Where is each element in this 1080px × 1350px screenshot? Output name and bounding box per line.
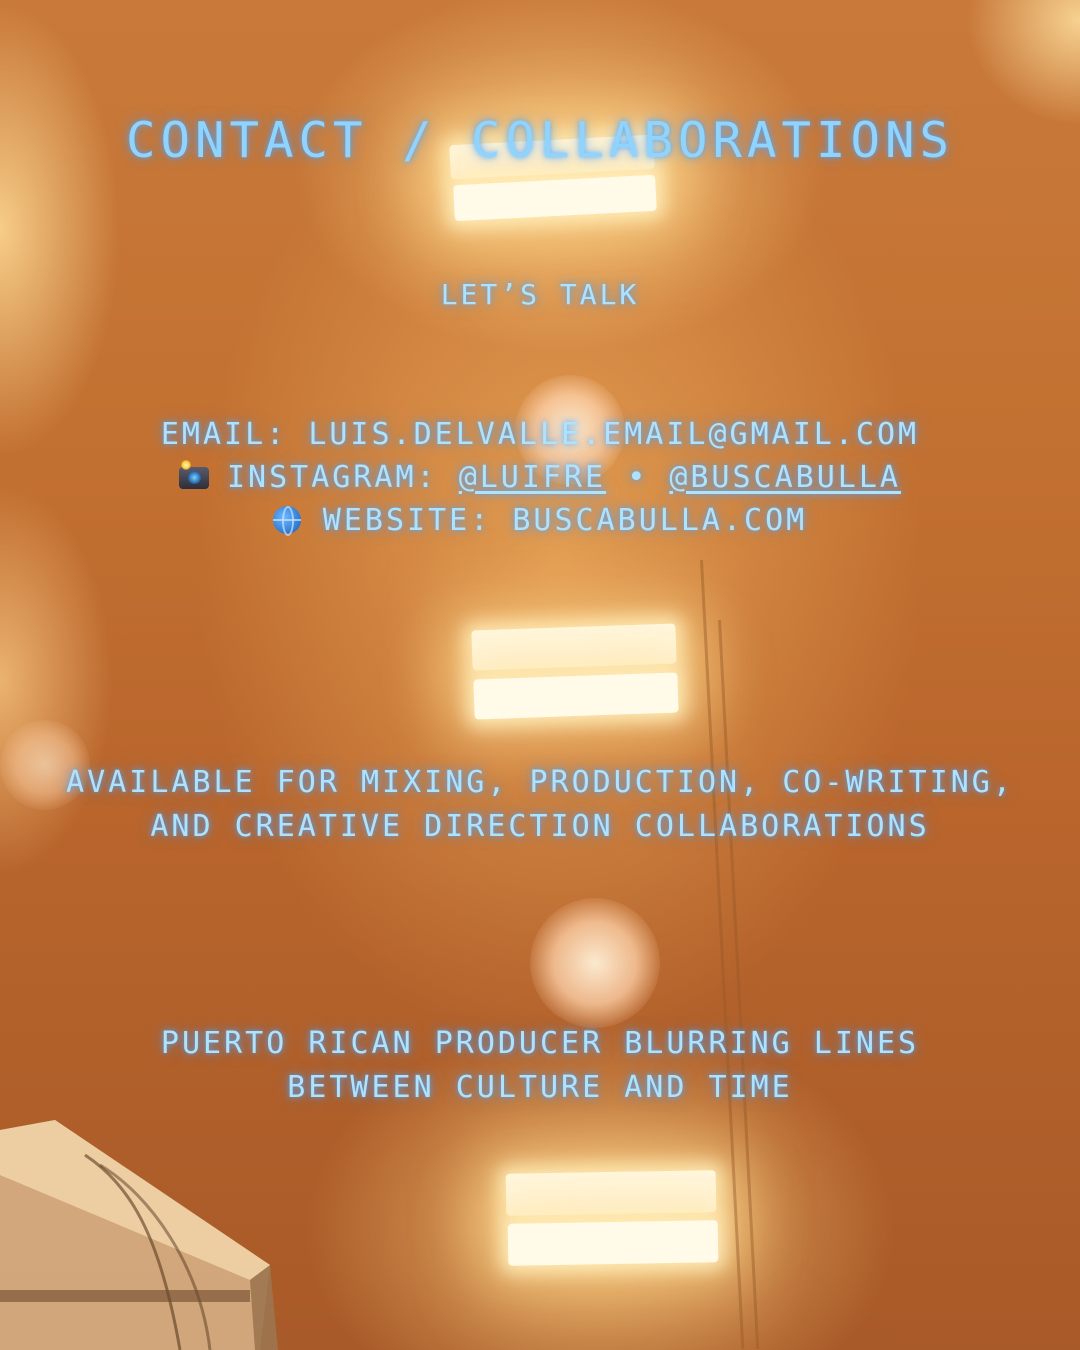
email-line: EMAIL: LUIS.DELVALLE.EMAIL@GMAIL.COM bbox=[0, 417, 1080, 452]
services-line-1: AVAILABLE FOR MIXING, PRODUCTION, CO-WRI… bbox=[66, 765, 1014, 800]
page-title: CONTACT / COLLABORATIONS bbox=[125, 112, 954, 169]
website-label: WEBSITE: bbox=[322, 503, 492, 538]
globe-icon bbox=[272, 506, 301, 536]
instagram-line: INSTAGRAM: @LUIFRE • @BUSCABULLA bbox=[0, 460, 1080, 495]
instagram-handle-luifre[interactable]: @LUIFRE bbox=[459, 460, 606, 495]
bio-line-1: PUERTO RICAN PRODUCER BLURRING LINES bbox=[160, 1026, 920, 1061]
email-label: EMAIL: bbox=[160, 417, 288, 452]
contact-card: CONTACT / COLLABORATIONS LET’S TALK EMAI… bbox=[0, 0, 1080, 1350]
bio-line-2: BETWEEN CULTURE AND TIME bbox=[287, 1070, 793, 1105]
website-line: WEBSITE: BUSCABULLA.COM bbox=[0, 503, 1080, 538]
separator-dot: • bbox=[627, 460, 649, 495]
website-link[interactable]: BUSCABULLA.COM bbox=[512, 503, 807, 538]
subtitle: LET’S TALK bbox=[440, 278, 640, 311]
camera-flash-icon bbox=[179, 460, 209, 489]
services-line-2: AND CREATIVE DIRECTION COLLABORATIONS bbox=[150, 809, 930, 844]
email-link[interactable]: LUIS.DELVALLE.EMAIL@GMAIL.COM bbox=[308, 417, 919, 452]
instagram-label: INSTAGRAM: bbox=[227, 460, 438, 495]
instagram-handle-buscabulla[interactable]: @BUSCABULLA bbox=[669, 460, 901, 495]
